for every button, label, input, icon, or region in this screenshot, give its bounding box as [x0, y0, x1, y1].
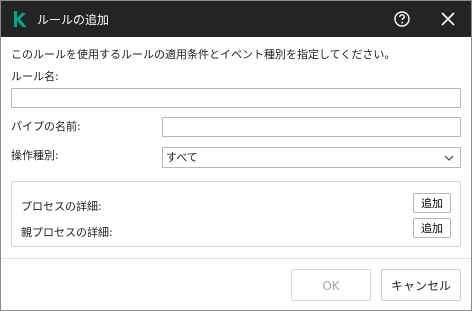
pipe-name-label: パイプの名前:	[11, 120, 81, 133]
footer-divider	[1, 258, 471, 259]
add-parent-process-details-button[interactable]: 追加	[413, 218, 451, 238]
instruction-text: このルールを使用するルールの適用条件とイベント種別を指定してください。	[11, 48, 396, 61]
rule-name-input[interactable]	[11, 88, 461, 108]
chevron-down-icon	[444, 155, 454, 161]
rule-name-label: ルール名:	[11, 70, 59, 83]
kaspersky-logo-icon	[14, 11, 27, 27]
operation-type-label: 操作種別:	[11, 149, 59, 162]
help-icon[interactable]	[393, 10, 411, 28]
parent-process-details-label: 親プロセスの詳細:	[21, 226, 113, 239]
title-bar: ルールの追加	[1, 1, 471, 37]
add-rule-dialog: ルールの追加 このルールを使用するルールの適用条件とイベント種別を指定してくださ…	[0, 0, 472, 311]
operation-type-select[interactable]: すべて	[162, 147, 461, 168]
process-details-group: プロセスの詳細: 追加 親プロセスの詳細: 追加	[11, 181, 461, 247]
close-icon[interactable]	[439, 10, 457, 28]
add-process-details-button[interactable]: 追加	[413, 193, 451, 213]
ok-button[interactable]: OK	[291, 269, 371, 301]
dialog-title: ルールの追加	[37, 13, 110, 27]
operation-type-value: すべて	[166, 151, 198, 164]
cancel-button[interactable]: キャンセル	[381, 269, 461, 301]
process-details-label: プロセスの詳細:	[21, 200, 102, 213]
pipe-name-input[interactable]	[162, 117, 461, 137]
